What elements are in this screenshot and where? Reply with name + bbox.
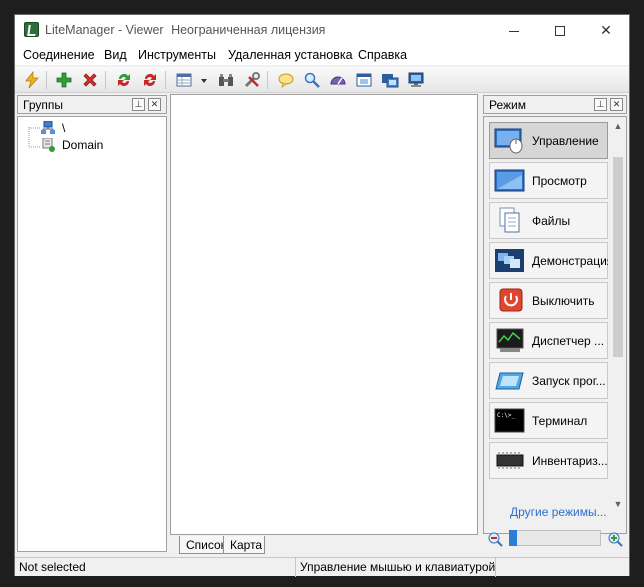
toolbar [15,67,629,93]
domain-icon [42,138,55,152]
mode-control[interactable]: Управление [489,122,608,159]
close-icon: ✕ [600,22,612,38]
menu-view[interactable]: Вид [104,48,127,62]
minimize-icon [509,30,519,32]
refresh-icon[interactable] [115,71,133,89]
task-manager-icon [496,328,524,352]
menu-connection[interactable]: Соединение [23,48,95,62]
pin-icon[interactable]: ⊥ [594,98,607,111]
files-icon [499,207,520,233]
mode-panel-header: Режим ⊥ ✕ [483,95,627,114]
mode-files[interactable]: Файлы [489,202,608,239]
tree-item-domain[interactable]: Domain [62,138,103,152]
mode-inventory-label: Инвентариз... [532,454,608,468]
terminal-icon: C:\>_ [494,408,525,433]
network-icon[interactable] [217,71,235,89]
dropdown-icon[interactable] [199,71,209,89]
license-label: Неограниченная лицензия [171,23,326,37]
window-title: LiteManager - Viewer Неограниченная лице… [45,23,325,37]
mode-run-program-label: Запуск прог... [532,374,606,388]
mode-shutdown-label: Выключить [532,294,595,308]
mode-files-label: Файлы [532,214,571,228]
mode-panel-title: Режим [489,98,526,112]
minimize-button[interactable] [491,15,537,45]
window-icon[interactable] [355,71,373,89]
app-title: LiteManager - Viewer [45,23,164,37]
main-window: LiteManager - Viewer Неограниченная лице… [14,14,630,577]
panel-close-icon[interactable]: ✕ [610,98,623,111]
screens-icon[interactable] [381,71,399,89]
maximize-icon [555,26,565,37]
svg-text:C:\>_: C:\>_ [497,412,515,419]
zoom-slider[interactable] [509,530,601,546]
monitor-icon[interactable] [407,71,425,89]
status-mode: Управление мышью и клавиатурой [296,558,496,577]
other-modes-link[interactable]: Другие режимы... [510,505,607,519]
delete-icon[interactable] [81,71,99,89]
mode-view-label: Просмотр [532,174,587,188]
menu-tools[interactable]: Инструменты [138,48,216,62]
mode-shutdown[interactable]: Выключить [489,282,608,319]
mode-terminal-label: Терминал [532,414,588,428]
zoom-slider-thumb[interactable] [509,530,517,546]
mode-demo-label: Демонстрация [532,254,608,268]
zoom-out-icon[interactable] [487,531,503,547]
mode-task-manager[interactable]: Диспетчер ... [489,322,608,359]
close-window-button[interactable]: ✕ [583,15,629,45]
menu-help[interactable]: Справка [358,48,407,62]
inventory-chip-icon [496,452,524,469]
mode-control-label: Управление [532,134,599,148]
mode-terminal[interactable]: C:\>_ Терминал [489,402,608,439]
view-screen-icon [494,169,525,192]
mode-demo[interactable]: Демонстрация [489,242,608,279]
tree-item-root[interactable]: \ [62,121,65,135]
computer-list-area[interactable] [170,94,478,535]
zoom-control [483,527,627,551]
menu-remote-install[interactable]: Удаленная установка [228,48,353,62]
view-mode-icon[interactable] [175,71,193,89]
status-bar: Not selected Управление мышью и клавиату… [15,557,629,577]
status-selection: Not selected [15,558,296,577]
tree-connector [28,127,40,148]
chat-icon[interactable] [277,71,295,89]
tools-icon[interactable] [243,71,261,89]
scroll-down-icon[interactable]: ▼ [610,497,626,511]
scroll-thumb[interactable] [613,157,623,357]
run-program-icon [495,372,524,390]
menu-bar: Соединение Вид Инструменты Удаленная уст… [15,45,629,65]
mode-view[interactable]: Просмотр [489,162,608,199]
search-icon[interactable] [303,71,321,89]
mode-task-manager-label: Диспетчер ... [532,334,605,348]
maximize-button[interactable] [537,15,583,45]
network-root-icon [41,121,55,134]
scroll-up-icon[interactable]: ▲ [610,119,626,133]
tab-list[interactable]: Список [179,536,226,554]
tab-map[interactable]: Карта [223,536,265,554]
pin-icon[interactable]: ⊥ [132,98,145,111]
app-logo-icon [24,22,39,37]
groups-tree: \ Domain [17,116,167,552]
power-icon [499,288,523,312]
demo-icon [495,249,524,272]
mode-inventory[interactable]: Инвентариз... [489,442,608,479]
refresh-all-icon[interactable] [141,71,159,89]
panel-close-icon[interactable]: ✕ [148,98,161,111]
title-bar: LiteManager - Viewer Неограниченная лице… [15,15,629,45]
speed-icon[interactable] [329,71,347,89]
zoom-in-icon[interactable] [607,531,623,547]
groups-panel-header: Группы ⊥ ✕ [17,95,167,114]
mode-run-program[interactable]: Запуск прог... [489,362,608,399]
groups-panel-title: Группы [23,98,63,112]
mouse-control-icon [494,128,523,154]
add-icon[interactable] [55,71,73,89]
mode-list: Управление Просмотр Файлы Демонстрация В… [483,116,627,534]
connect-icon[interactable] [23,71,41,89]
